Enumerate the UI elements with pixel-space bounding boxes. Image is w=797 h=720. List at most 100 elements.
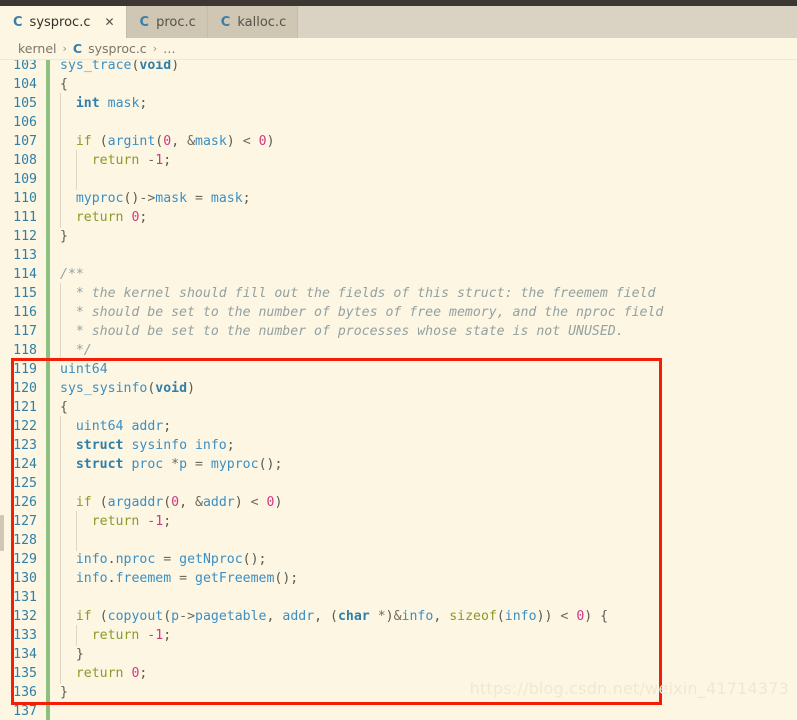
token-punct: } <box>75 647 84 662</box>
code-line[interactable]: 115 * the kernel should fill out the fie… <box>0 283 797 304</box>
token-punct: () <box>123 191 140 206</box>
token-comment: * should be set to the number of bytes o… <box>75 305 664 320</box>
code-line[interactable]: 126 if (argaddr(0, &addr) < 0) <box>0 492 797 513</box>
token-ctrl: return <box>91 628 140 643</box>
code-line[interactable]: 121 { <box>0 398 797 417</box>
code-line[interactable]: 119 uint64 <box>0 360 797 379</box>
indent-guide <box>60 169 68 190</box>
code-line[interactable]: 118 */ <box>0 340 797 361</box>
line-number: 114 <box>13 267 37 282</box>
token-punct: ) <box>274 495 283 510</box>
token-fn: getFreemem <box>195 571 275 586</box>
tab-label: proc.c <box>156 14 196 30</box>
indent-guide <box>75 511 84 532</box>
token-punct: . <box>107 571 116 586</box>
breadcrumb-item-kernel[interactable]: kernel <box>18 41 57 56</box>
token-ctrl: if <box>75 609 92 624</box>
token-op: = <box>195 457 203 472</box>
code-line[interactable]: 123 struct sysinfo info; <box>0 435 797 456</box>
code-line[interactable]: 116 * should be set to the number of byt… <box>0 302 797 323</box>
token-punct: { <box>60 77 68 92</box>
code-line[interactable]: 106 <box>0 112 797 133</box>
code-text: sys_trace(void) <box>50 60 179 75</box>
token-op: -> <box>139 191 156 206</box>
token-num: 0 <box>258 134 267 149</box>
code-line[interactable]: 110 myproc()->mask = mask; <box>0 188 797 209</box>
code-editor[interactable]: 103 sys_trace(void) 104{105 int mask; 106 1… <box>0 60 797 720</box>
code-lines-container: 103 sys_trace(void) 104{105 int mask; 106 1… <box>0 60 797 720</box>
code-line[interactable]: 125 <box>0 473 797 494</box>
token-punct: (); <box>242 552 267 567</box>
editor-tab-bar: Csysproc.c ✕ Cproc.c Ckalloc.c <box>0 6 797 38</box>
code-line[interactable]: 124 struct proc *p = myproc(); <box>0 454 797 475</box>
token-punct: )) <box>536 609 553 624</box>
code-text: struct proc *p = myproc(); <box>50 454 283 475</box>
token-var: mask <box>107 96 140 111</box>
token-fn: myproc <box>210 457 259 472</box>
editor-tab-sysproc-c[interactable]: Csysproc.c ✕ <box>0 6 127 38</box>
code-line[interactable]: 127 return -1; <box>0 511 797 532</box>
code-line[interactable]: 120 sys_sysinfo(void) <box>0 379 797 398</box>
code-text: } <box>50 683 68 702</box>
code-line[interactable]: 113 <box>0 246 797 265</box>
code-line[interactable]: 107 if (argint(0, &mask) < 0) <box>0 131 797 152</box>
code-line[interactable]: 105 int mask; <box>0 93 797 114</box>
code-line[interactable]: 114 /** <box>0 265 797 284</box>
code-line[interactable]: 128 <box>0 530 797 551</box>
token-kw: struct <box>75 438 124 453</box>
code-text: if (argaddr(0, &addr) < 0) <box>50 492 283 513</box>
vertical-scrollbar-thumb[interactable] <box>0 515 4 551</box>
token-var: mask <box>210 191 243 206</box>
code-line[interactable]: 103 sys_trace(void) <box>0 60 797 75</box>
token-punct: ) <box>385 609 394 624</box>
close-icon[interactable]: ✕ <box>104 16 114 28</box>
token-fn: argint <box>107 134 156 149</box>
code-line[interactable]: 117 * should be set to the number of pro… <box>0 321 797 342</box>
breadcrumb-item-sysproc[interactable]: sysproc.c <box>88 41 147 56</box>
code-line[interactable]: 122 uint64 addr; <box>0 416 797 437</box>
code-line[interactable]: 131 <box>0 587 797 608</box>
code-line[interactable]: 111 return 0; <box>0 207 797 228</box>
line-number: 113 <box>13 248 37 263</box>
code-line[interactable]: 137 <box>0 702 797 720</box>
token-punct: (); <box>258 457 283 472</box>
token-ctrl: sizeof <box>449 609 497 624</box>
token-var: p <box>179 457 188 472</box>
code-line[interactable]: 129 info.nproc = getNproc(); <box>0 549 797 570</box>
code-line[interactable]: 133 return -1; <box>0 625 797 646</box>
token-op: = <box>194 191 203 206</box>
token-var: info <box>75 552 108 567</box>
code-line[interactable]: 132 if (copyout(p->pagetable, addr, (cha… <box>0 606 797 627</box>
editor-tab-kalloc-c[interactable]: Ckalloc.c <box>207 6 299 38</box>
token-ctrl: if <box>75 495 92 510</box>
editor-tab-proc-c[interactable]: Cproc.c <box>126 6 208 38</box>
token-var: addr <box>282 609 315 624</box>
code-line[interactable]: 109 <box>0 169 797 190</box>
breadcrumb-item-symbol[interactable]: … <box>163 41 176 56</box>
code-line[interactable]: 108 return -1; <box>0 150 797 171</box>
code-line[interactable]: 134 } <box>0 644 797 665</box>
token-kw: void <box>139 60 172 73</box>
indent-guide <box>60 644 68 665</box>
code-line[interactable]: 112} <box>0 227 797 246</box>
code-text: * the kernel should fill out the fields … <box>50 283 655 304</box>
code-line[interactable]: 104 { <box>0 75 797 94</box>
line-number: 123 <box>13 438 37 453</box>
code-line[interactable]: 130 info.freemem = getFreemem(); <box>0 568 797 589</box>
code-text: struct sysinfo info; <box>50 435 235 456</box>
